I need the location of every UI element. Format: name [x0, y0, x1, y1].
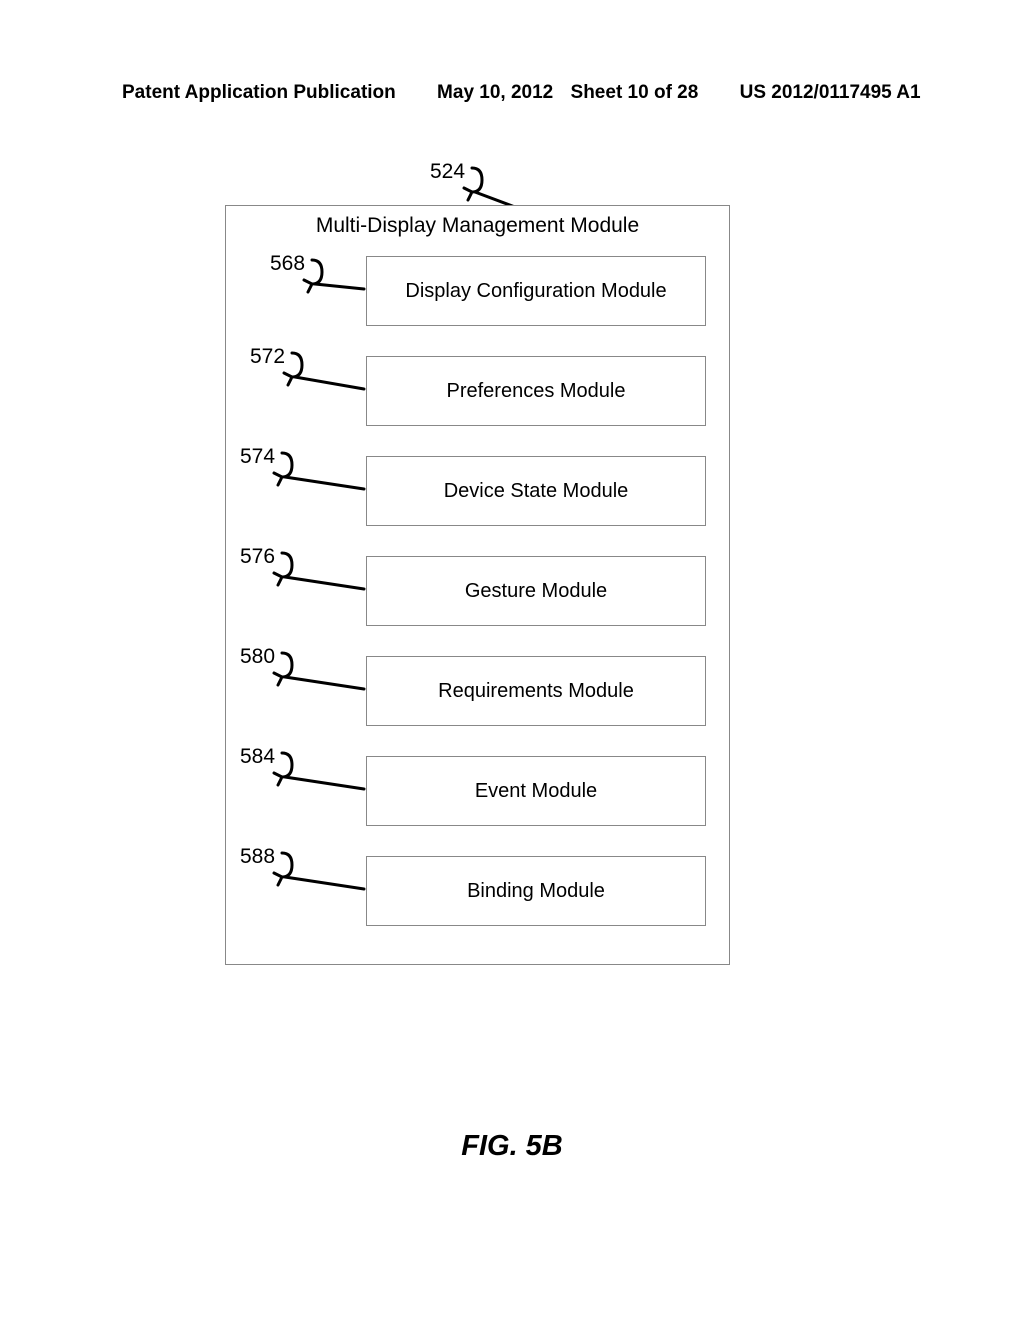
page: Patent Application Publication May 10, 2… — [0, 0, 1024, 1320]
sheet-number: Sheet 10 of 28 — [571, 82, 699, 103]
gesture-module-box: Gesture Module — [366, 556, 706, 626]
display-configuration-module-box: Display Configuration Module — [366, 256, 706, 326]
device-state-module-box: Device State Module — [366, 456, 706, 526]
leadline-584 — [270, 747, 380, 802]
pub-date: May 10, 2012 — [437, 82, 553, 103]
module-label: Binding Module — [467, 880, 605, 903]
leadline-576 — [270, 547, 380, 602]
leadline-568 — [300, 254, 380, 304]
leadline-580 — [270, 647, 380, 702]
pub-number: US 2012/0117495 A1 — [740, 82, 921, 103]
outer-box-title: Multi-Display Management Module — [226, 214, 729, 238]
event-module-box: Event Module — [366, 756, 706, 826]
leadline-588 — [270, 847, 380, 902]
pub-label: Patent Application Publication — [122, 82, 396, 103]
module-label: Display Configuration Module — [405, 280, 666, 303]
module-label: Event Module — [475, 780, 597, 803]
module-label: Gesture Module — [465, 580, 607, 603]
module-label: Requirements Module — [438, 680, 634, 703]
leadline-574 — [270, 447, 380, 502]
module-label: Device State Module — [444, 480, 629, 503]
binding-module-box: Binding Module — [366, 856, 706, 926]
preferences-module-box: Preferences Module — [366, 356, 706, 426]
requirements-module-box: Requirements Module — [366, 656, 706, 726]
figure-label: FIG. 5B — [0, 1130, 1024, 1163]
leadline-572 — [280, 347, 380, 402]
patent-header: Patent Application Publication May 10, 2… — [0, 82, 1024, 104]
module-label: Preferences Module — [447, 380, 626, 403]
